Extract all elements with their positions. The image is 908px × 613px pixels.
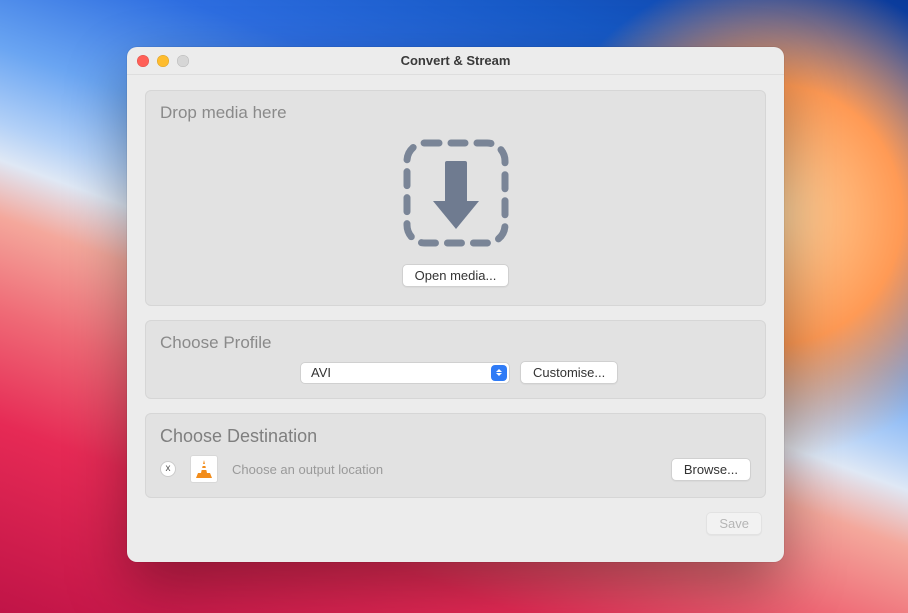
choose-profile-title: Choose Profile — [160, 333, 751, 353]
zoom-window-button[interactable] — [177, 55, 189, 67]
updown-caret-icon — [491, 365, 507, 381]
close-window-button[interactable] — [137, 55, 149, 67]
minimize-window-button[interactable] — [157, 55, 169, 67]
save-button: Save — [706, 512, 762, 535]
choose-destination-title: Choose Destination — [160, 426, 751, 447]
footer: Save — [145, 512, 766, 535]
drop-media-panel[interactable]: Drop media here Open media... — [145, 90, 766, 306]
destination-hint: Choose an output location — [232, 462, 383, 477]
vlc-cone-icon — [190, 455, 218, 483]
profile-select-value: AVI — [311, 365, 331, 380]
clear-destination-button[interactable]: x — [160, 461, 176, 477]
choose-destination-panel: Choose Destination x Choose an output lo… — [145, 413, 766, 498]
window-title: Convert & Stream — [401, 53, 511, 68]
browse-button[interactable]: Browse... — [671, 458, 751, 481]
window-content: Drop media here Open media... Choose Pro… — [127, 75, 784, 562]
open-media-button[interactable]: Open media... — [402, 264, 510, 287]
choose-profile-panel: Choose Profile AVI Customise... — [145, 320, 766, 399]
download-arrow-icon — [401, 137, 511, 254]
titlebar: Convert & Stream — [127, 47, 784, 75]
convert-stream-window: Convert & Stream Drop media here Open me… — [127, 47, 784, 562]
profile-select[interactable]: AVI — [300, 362, 510, 384]
window-controls — [137, 55, 189, 67]
drop-media-title: Drop media here — [160, 103, 287, 123]
customise-button[interactable]: Customise... — [520, 361, 618, 384]
